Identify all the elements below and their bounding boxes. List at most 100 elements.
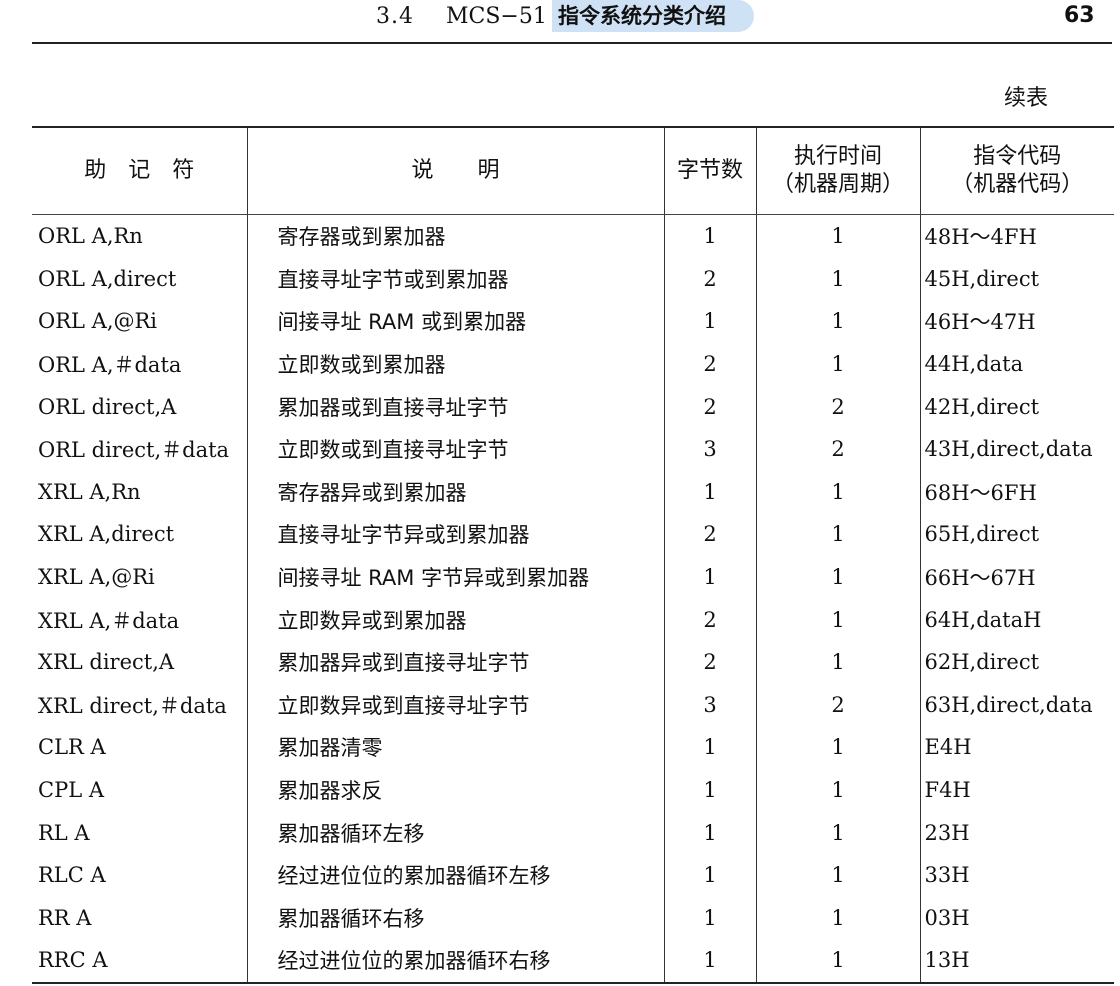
table-row: XRL A,Rn 寄存器异或到累加器 1 1 68H～6FH [32, 470, 1114, 514]
table-row: ORL A,@Ri 间接寻址 RAM 或到累加器 1 1 46H～47H [32, 300, 1114, 343]
mnemonic-cell: XRL A,Rn [38, 479, 141, 504]
bytes-cell: 2 [663, 385, 756, 428]
cycles-cell: 1 [755, 513, 920, 556]
table-header-row: 助 记 符 说 明 字节数 执行时间 （机器周期） 指令代码 （机器代码） [32, 127, 1114, 215]
bytes-cell: 1 [663, 939, 756, 984]
section-title: MCS−51 [446, 4, 547, 29]
table-row: CPL A 累加器求反 1 1 F4H [32, 768, 1114, 812]
opcode-cell: 66H～67H [919, 555, 1114, 599]
cycles-cell: 1 [755, 853, 920, 897]
cycles-cell: 1 [755, 768, 920, 812]
description-cell: 经过进位位的累加器循环右移 [246, 939, 664, 984]
description-cell: 立即数异或到累加器 [246, 598, 664, 641]
column-header-opcode-line: （机器代码） [951, 172, 1084, 197]
table-row: ORL A,Rn 寄存器或到累加器 1 1 48H～4FH [32, 214, 1114, 258]
mnemonic-cell: XRL A,direct [38, 522, 175, 547]
bytes-cell: 1 [663, 214, 756, 258]
opcode-cell: 13H [919, 939, 1114, 984]
opcode-cell: F4H [919, 768, 1114, 812]
cycles-cell: 1 [755, 726, 920, 769]
mnemonic-cell: ORL direct,A [38, 394, 177, 419]
cycles-cell: 1 [755, 300, 920, 343]
opcode-cell: 03H [919, 896, 1114, 940]
bytes-cell: 1 [663, 811, 756, 854]
table-row: XRL A,direct 直接寻址字节异或到累加器 2 1 65H,direct [32, 513, 1114, 556]
column-header-opcode: 指令代码 （机器代码） [919, 127, 1114, 215]
table-row: XRL A,＃data 立即数异或到累加器 2 1 64H,dataH [32, 598, 1114, 641]
opcode-cell: 62H,direct [919, 640, 1114, 684]
opcode-cell: 48H～4FH [919, 214, 1114, 258]
cycles-cell: 2 [755, 683, 920, 727]
cycles-cell: 1 [755, 640, 920, 684]
cycles-cell: 1 [755, 811, 920, 854]
opcode-cell: 23H [919, 811, 1114, 854]
column-header-exec-time-line: 执行时间 [793, 144, 882, 169]
description-cell: 累加器异或到直接寻址字节 [246, 640, 664, 684]
opcode-cell: 45H,direct [919, 257, 1114, 301]
opcode-cell: 64H,dataH [919, 598, 1114, 641]
bytes-cell: 3 [663, 683, 756, 727]
table-row: ORL A,direct 直接寻址字节或到累加器 2 1 45H,direct [32, 257, 1114, 301]
description-cell: 立即数或到累加器 [246, 342, 664, 386]
description-cell: 寄存器或到累加器 [246, 214, 664, 258]
page-number: 63 [1064, 3, 1095, 28]
table-row: RLC A 经过进位位的累加器循环左移 1 1 33H [32, 853, 1114, 897]
mnemonic-cell: CPL A [38, 778, 104, 803]
bytes-cell: 1 [663, 300, 756, 343]
description-cell: 累加器循环右移 [246, 896, 664, 940]
description-cell: 间接寻址 RAM 或到累加器 [246, 300, 664, 343]
opcode-cell: 68H～6FH [919, 470, 1114, 514]
opcode-cell: 44H,data [919, 342, 1114, 386]
opcode-cell: 43H,direct,data [919, 427, 1114, 471]
mnemonic-cell: RR A [38, 905, 92, 930]
bytes-cell: 3 [663, 427, 756, 471]
cycles-cell: 1 [755, 470, 920, 514]
cycles-cell: 2 [755, 385, 920, 428]
opcode-cell: 42H,direct [919, 385, 1114, 428]
bytes-cell: 1 [663, 853, 756, 897]
mnemonic-cell: CLR A [38, 735, 106, 760]
mnemonic-cell: ORL A,＃data [38, 353, 182, 378]
table-row: RL A 累加器循环左移 1 1 23H [32, 811, 1114, 854]
table-row: RRC A 经过进位位的累加器循环右移 1 1 13H [32, 939, 1114, 984]
opcode-cell: 33H [919, 853, 1114, 897]
cycles-cell: 1 [755, 257, 920, 301]
opcode-cell: 65H,direct [919, 513, 1114, 556]
section-title-highlight: 指令系统分类介绍 [552, 0, 754, 32]
description-cell: 累加器清零 [246, 726, 664, 769]
bytes-cell: 1 [663, 896, 756, 940]
column-header-exec-time: 执行时间 （机器周期） [755, 127, 920, 215]
mnemonic-cell: RL A [38, 820, 90, 845]
description-cell: 累加器循环左移 [246, 811, 664, 854]
mnemonic-cell: XRL direct,＃data [38, 693, 227, 718]
mnemonic-cell: XRL A,＃data [38, 608, 180, 633]
mnemonic-cell: ORL A,Rn [38, 224, 143, 249]
description-cell: 累加器或到直接寻址字节 [246, 385, 664, 428]
table-row: XRL direct,＃data 立即数异或到直接寻址字节 3 2 63H,direct… [32, 683, 1114, 727]
column-header-mnemonic: 助 记 符 [32, 127, 247, 215]
cycles-cell: 2 [755, 427, 920, 471]
description-cell: 间接寻址 RAM 字节异或到累加器 [246, 555, 664, 599]
description-cell: 直接寻址字节或到累加器 [246, 257, 664, 301]
bytes-cell: 1 [663, 555, 756, 599]
bytes-cell: 1 [663, 726, 756, 769]
bytes-cell: 2 [663, 257, 756, 301]
description-cell: 立即数或到直接寻址字节 [246, 427, 664, 471]
opcode-cell: E4H [919, 726, 1114, 769]
page-header: 3.4 MCS−51 指令系统分类介绍 63 [0, 0, 1120, 38]
table-row: CLR A 累加器清零 1 1 E4H [32, 726, 1114, 769]
opcode-cell: 63H,direct,data [919, 683, 1114, 727]
mnemonic-cell: XRL A,@Ri [38, 565, 155, 590]
mnemonic-cell: ORL direct,＃data [38, 438, 230, 463]
cycles-cell: 1 [755, 939, 920, 984]
description-cell: 直接寻址字节异或到累加器 [246, 513, 664, 556]
column-header-exec-time-line: （机器周期） [771, 172, 904, 197]
section-number: 3.4 [376, 4, 414, 29]
table-row: XRL A,@Ri 间接寻址 RAM 字节异或到累加器 1 1 66H～67H [32, 555, 1114, 599]
mnemonic-cell: XRL direct,A [38, 650, 175, 675]
mnemonic-cell: ORL A,direct [38, 266, 177, 291]
opcode-cell: 46H～47H [919, 300, 1114, 343]
cycles-cell: 1 [755, 555, 920, 599]
column-header-opcode-line: 指令代码 [973, 144, 1062, 169]
mnemonic-cell: RRC A [32, 939, 247, 984]
